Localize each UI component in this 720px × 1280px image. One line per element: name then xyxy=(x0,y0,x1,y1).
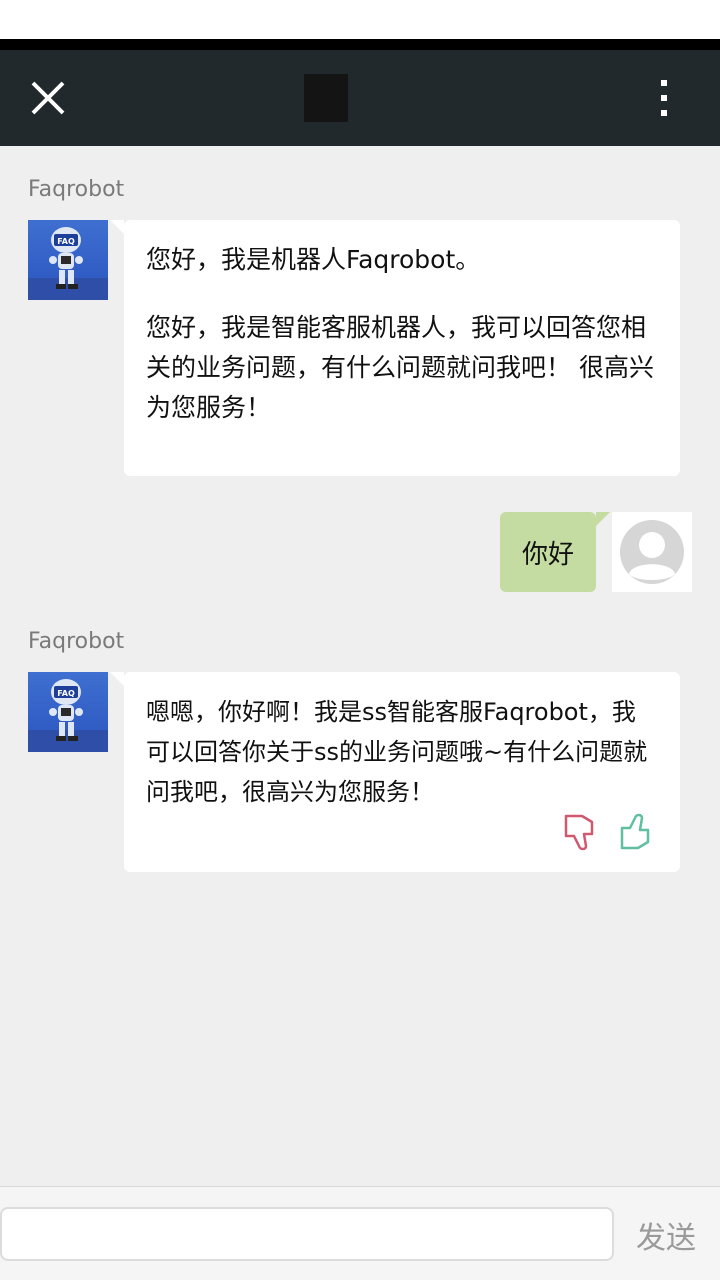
feedback-buttons xyxy=(562,812,654,852)
bot-message-bubble: 您好，我是机器人Faqrobot。 您好，我是智能客服机器人，我可以回答您相关的… xyxy=(110,220,680,476)
thumb-down-button[interactable] xyxy=(562,812,598,852)
more-vertical-icon xyxy=(661,80,667,86)
message-text: 您好，我是机器人Faqrobot。 xyxy=(146,245,481,274)
message-text: 你好 xyxy=(522,539,575,570)
thumb-up-button[interactable] xyxy=(618,812,654,852)
bot-avatar: FAQ xyxy=(28,672,108,752)
thumb-up-icon xyxy=(620,813,650,850)
message-text: 您好，我是智能客服机器人，我可以回答您相关的业务问题，有什么问题就问我吧！ 很高… xyxy=(146,313,654,422)
status-divider xyxy=(0,39,720,50)
send-button[interactable]: 发送 xyxy=(636,1213,696,1257)
message-input[interactable] xyxy=(0,1207,614,1261)
svg-text:FAQ: FAQ xyxy=(57,689,75,698)
bot-message-bubble: 嗯嗯，你好啊！我是ss智能客服Faqrobot，我可以回答你关于ss的业务问题哦… xyxy=(110,672,680,872)
message-text: 嗯嗯，你好啊！我是ss智能客服Faqrobot，我可以回答你关于ss的业务问题哦… xyxy=(146,698,648,806)
thumb-down-icon xyxy=(564,814,594,851)
close-button[interactable] xyxy=(22,72,74,124)
status-bar xyxy=(0,0,720,39)
bot-avatar: FAQ xyxy=(28,220,108,300)
close-icon xyxy=(31,81,65,115)
header-bar xyxy=(0,50,720,146)
message-input-bar: 发送 xyxy=(0,1186,720,1280)
user-message-bubble: 你好 xyxy=(500,512,610,592)
robot-icon: FAQ xyxy=(28,679,108,752)
more-menu-button[interactable] xyxy=(644,74,684,122)
user-silhouette-icon xyxy=(620,520,684,584)
svg-text:FAQ: FAQ xyxy=(57,237,75,246)
sender-name: Faqrobot xyxy=(28,177,125,202)
page-title-placeholder xyxy=(304,74,348,122)
user-avatar xyxy=(612,512,692,592)
sender-name: Faqrobot xyxy=(28,629,125,654)
robot-icon: FAQ xyxy=(28,227,108,300)
